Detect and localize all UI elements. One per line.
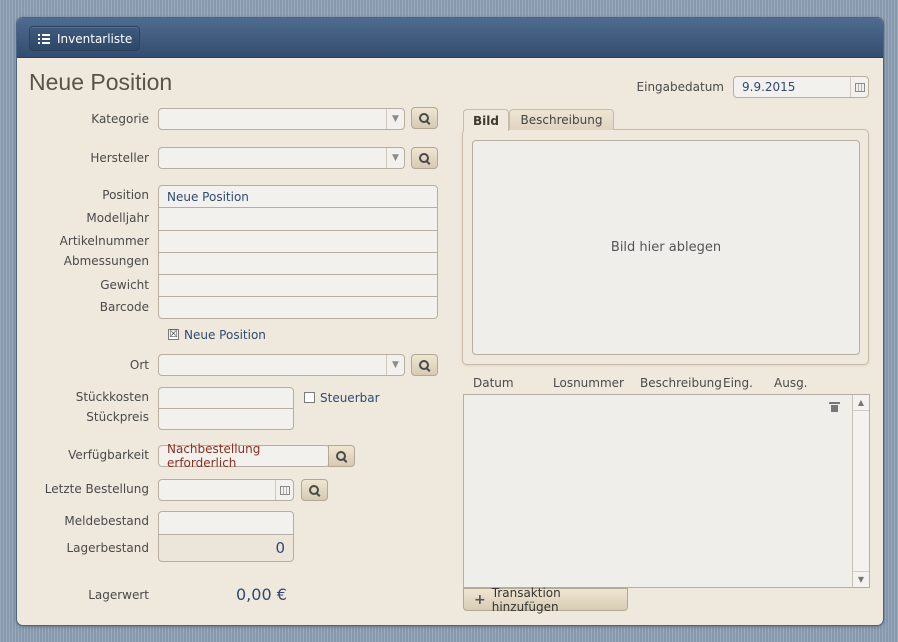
gewicht-label: Gewicht [100,278,149,292]
barcode-label: Barcode [99,300,149,314]
calendar-icon[interactable] [850,77,868,97]
modelljahr-label: Modelljahr [86,211,149,225]
neue-position-checkbox[interactable]: ☒ [168,329,179,340]
stueckkosten-field[interactable] [158,387,294,409]
trash-icon[interactable] [829,402,840,412]
tab-beschreibung[interactable]: Beschreibung [509,109,614,130]
verfuegbarkeit-value: Nachbestellung erforderlich [167,442,261,470]
image-drop-text: Bild hier ablegen [610,240,722,255]
column-header-datum[interactable]: Datum [473,376,514,390]
list-icon [38,33,50,44]
image-dropzone[interactable]: Bild hier ablegen [472,140,860,355]
search-icon [419,152,430,164]
artikelnummer-field[interactable] [159,231,437,253]
verfuegbarkeit-label: Verfügbarkeit [68,448,149,462]
lagerbestand-field: 0 [158,534,294,562]
kategorie-combobox[interactable]: ▼ [158,108,405,130]
chevron-down-icon[interactable]: ▼ [386,109,404,129]
add-transaction-button-label: Transaktion hinzufügen [491,585,561,614]
verfuegbarkeit-field[interactable]: Nachbestellung erforderlich [158,442,330,470]
page-title: Neue Position [29,69,173,95]
verfuegbarkeit-search-button[interactable] [328,445,355,467]
app-window: Inventarliste Neue Position Eingabedatum… [17,18,883,625]
meldebestand-label: Meldebestand [64,514,149,528]
inventory-list-button-label: Inventarliste [57,31,133,46]
position-value: Neue Position [167,189,249,204]
steuerbar-checkbox-label: Steuerbar [320,391,380,405]
vertical-scrollbar[interactable]: ▲ ▼ [852,395,869,587]
column-header-eing[interactable]: Eing. [723,376,753,390]
top-toolbar: Inventarliste [17,18,883,58]
lagerwert-label: Lagerwert [88,588,149,602]
ort-label: Ort [129,358,149,372]
column-header-beschreibung[interactable]: Beschreibung [640,376,722,390]
date-label: Eingabedatum [636,80,724,94]
hersteller-label: Hersteller [90,151,149,165]
steuerbar-checkbox[interactable] [304,392,315,403]
chevron-down-icon[interactable]: ▼ [386,148,404,168]
stueckpreis-field[interactable] [158,408,294,430]
lagerwert-value: 0,00 € [236,585,287,604]
modelljahr-field[interactable] [159,208,437,231]
search-icon [419,359,430,371]
kategorie-label: Kategorie [91,112,149,126]
search-icon [309,484,320,496]
letzte-bestellung-search-button[interactable] [301,479,328,501]
letzte-bestellung-field[interactable] [158,479,294,501]
plus-icon: + [474,591,486,608]
column-header-ausg[interactable]: Ausg. [774,376,808,390]
search-icon [336,450,347,462]
date-field[interactable]: 9.9.2015 [733,76,869,98]
abmessungen-field[interactable] [159,253,437,276]
gewicht-field[interactable] [159,275,437,298]
kategorie-search-button[interactable] [411,107,438,129]
lagerbestand-value: 0 [275,539,285,557]
inventory-list-button[interactable]: Inventarliste [29,26,140,51]
stueckkosten-label: Stückkosten [75,390,149,404]
tab-bild[interactable]: Bild [463,109,509,131]
letzte-bestellung-label: Letzte Bestellung [44,482,149,496]
hersteller-combobox[interactable]: ▼ [158,147,405,169]
stueckpreis-label: Stückpreis [86,410,149,424]
transactions-list[interactable]: ▲ ▼ [463,394,870,588]
artikelnummer-label: Artikelnummer [59,234,149,248]
ort-combobox[interactable]: ▼ [158,354,405,376]
search-icon [419,112,430,124]
add-transaction-button[interactable]: + Transaktion hinzufügen [463,585,628,614]
scroll-up-icon[interactable]: ▲ [853,395,869,411]
scroll-down-icon[interactable]: ▼ [853,571,869,587]
chevron-down-icon[interactable]: ▼ [386,355,404,375]
lagerbestand-label: Lagerbestand [66,541,149,555]
hersteller-search-button[interactable] [411,147,438,169]
neue-position-checkbox-label: Neue Position [184,328,266,342]
abmessungen-label: Abmessungen [63,254,149,268]
date-value: 9.9.2015 [742,80,796,94]
meldebestand-field[interactable] [158,511,294,535]
ort-search-button[interactable] [411,354,438,376]
barcode-field[interactable] [159,297,437,318]
column-header-losnummer[interactable]: Losnummer [553,376,624,390]
item-details-fields: Neue Position [158,185,438,319]
position-label: Position [102,188,149,202]
position-field[interactable]: Neue Position [159,186,437,209]
calendar-icon[interactable] [275,480,293,500]
